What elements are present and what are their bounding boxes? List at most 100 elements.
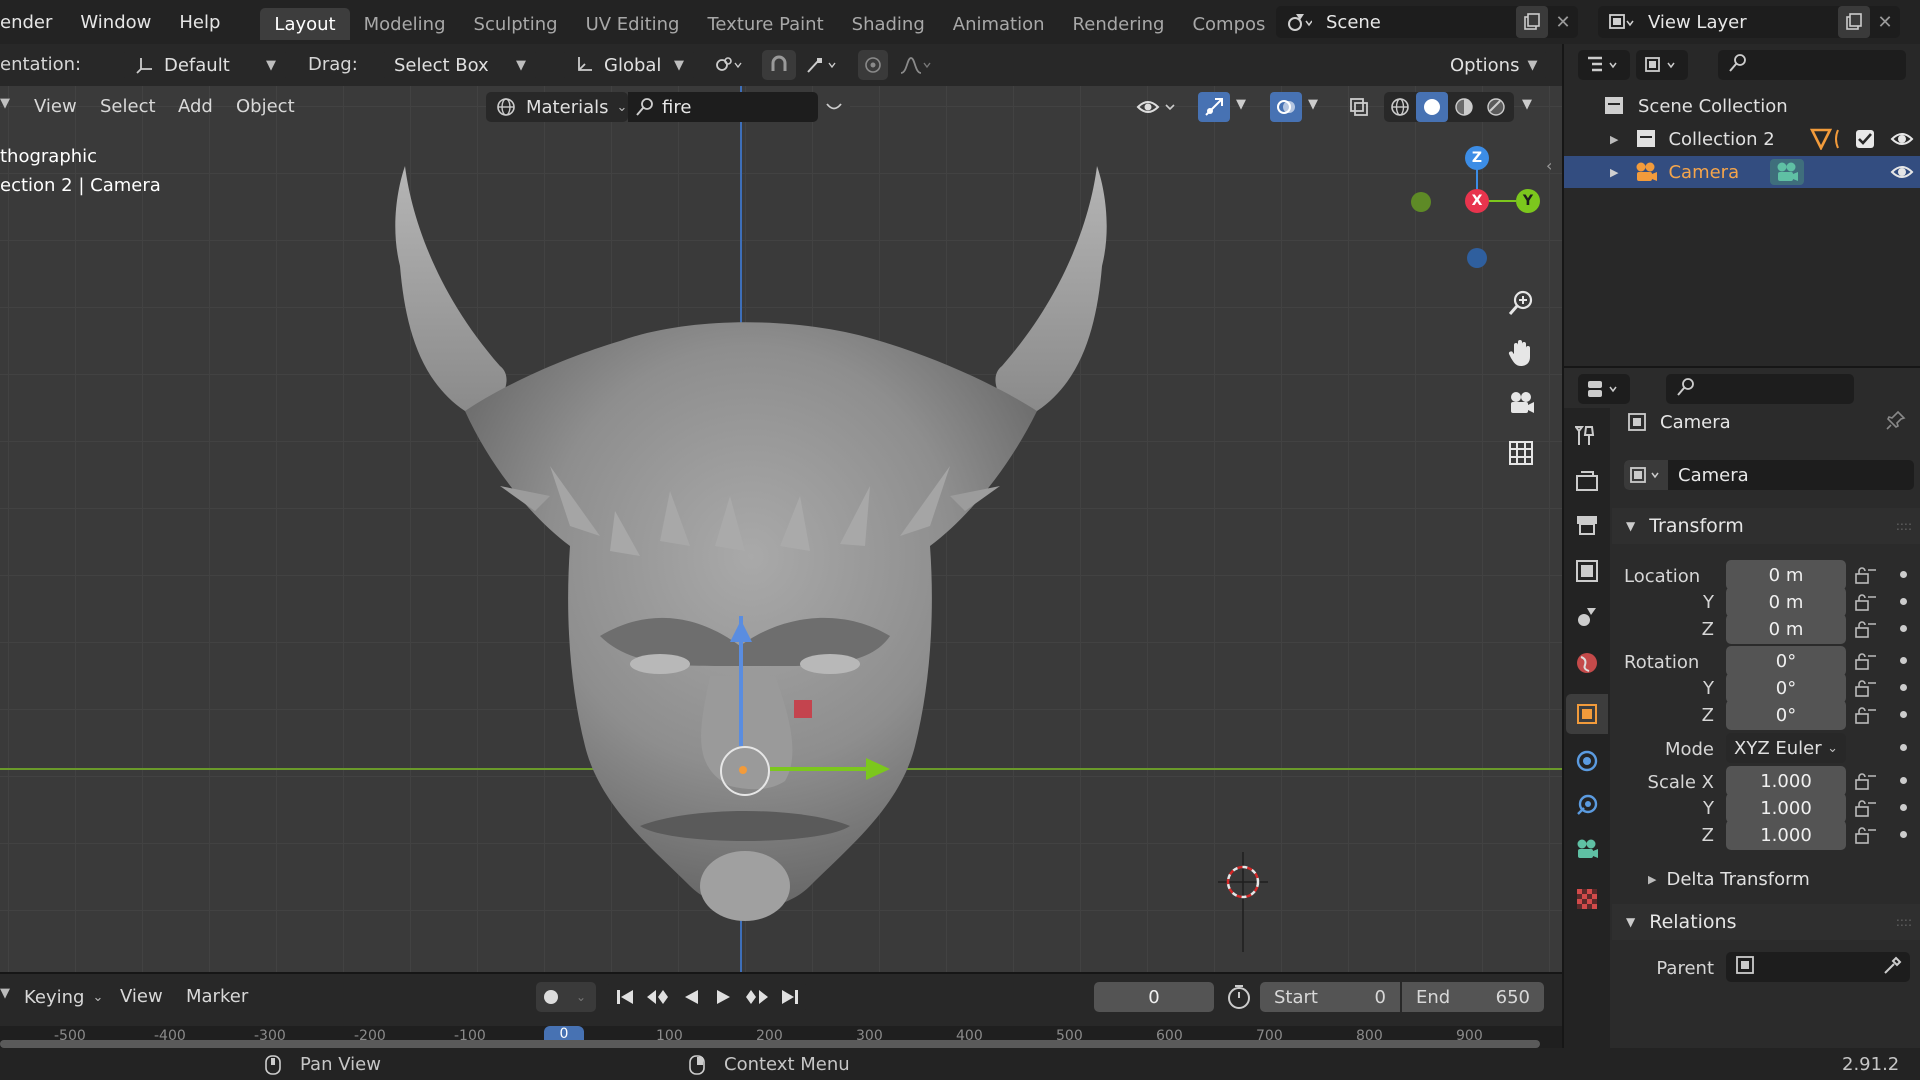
gizmo-z-arrow-head[interactable] — [730, 620, 752, 642]
keyframe-dot[interactable] — [1900, 711, 1907, 718]
menu-select[interactable]: Select — [100, 96, 156, 117]
nav-neg-z-axis[interactable] — [1467, 248, 1487, 268]
tab-uv-editing[interactable]: UV Editing — [572, 8, 694, 40]
menu-object[interactable]: Object — [236, 96, 295, 117]
camera-data-icon[interactable] — [1770, 159, 1804, 185]
drag-dropdown[interactable]: Select Box ▼ — [384, 50, 536, 80]
outliner-item-camera[interactable]: ▶ Camera — [1564, 156, 1920, 188]
timeline-menu-marker[interactable]: Marker — [186, 986, 248, 1007]
prev-keyframe-icon[interactable] — [641, 988, 674, 1006]
nav-x-axis[interactable]: X — [1465, 189, 1489, 213]
gizmo-y-arrow-head[interactable] — [866, 758, 890, 780]
tab-modeling[interactable]: Modeling — [350, 8, 460, 40]
location-z-field[interactable]: 0 m — [1726, 614, 1846, 644]
overlays-toggle[interactable] — [1270, 92, 1302, 122]
demon-head-model[interactable] — [370, 166, 1130, 926]
tool-tab-icon[interactable] — [1570, 418, 1604, 452]
scale-x-field[interactable]: 1.000 — [1726, 766, 1846, 796]
properties-search-input[interactable] — [1666, 374, 1854, 404]
zoom-icon[interactable] — [1504, 286, 1538, 320]
expand-arrow-icon[interactable]: ▶ — [1610, 166, 1618, 179]
delete-scene-icon[interactable]: ✕ — [1548, 12, 1578, 33]
menu-view[interactable]: View — [34, 96, 77, 117]
navigation-gizmo[interactable]: Z X Y — [1410, 140, 1550, 280]
keyframe-dot[interactable] — [1900, 744, 1907, 751]
tab-sculpting[interactable]: Sculpting — [460, 8, 572, 40]
lock-icon[interactable] — [1854, 620, 1878, 643]
pan-hand-icon[interactable] — [1504, 336, 1538, 370]
next-keyframe-icon[interactable] — [740, 988, 773, 1006]
texture-tab-icon[interactable] — [1570, 882, 1604, 916]
camera-view-icon[interactable] — [1504, 386, 1538, 420]
scene-tab-icon[interactable] — [1570, 600, 1604, 634]
gizmo-yz-plane-handle[interactable] — [794, 700, 812, 718]
keyframe-dot[interactable] — [1900, 684, 1907, 691]
scale-y-field[interactable]: 1.000 — [1726, 793, 1846, 823]
timeline-menu-view[interactable]: View — [120, 986, 163, 1007]
proportional-falloff-dropdown[interactable] — [892, 50, 940, 80]
properties-editor-type-button[interactable] — [1578, 374, 1630, 404]
3d-cursor-icon[interactable] — [1218, 852, 1268, 952]
collection-checkbox[interactable] — [1856, 130, 1874, 148]
drag-handle-icon[interactable]: :::: — [1896, 915, 1912, 929]
auto-keying-toggle[interactable]: ⌄ — [536, 982, 596, 1012]
3d-viewport[interactable]: thographic ection 2 | Camera Z X Y ‹ — [0, 86, 1562, 972]
lock-icon[interactable] — [1854, 799, 1878, 822]
camera-data-tab-icon[interactable] — [1570, 832, 1604, 866]
keyframe-dot[interactable] — [1900, 598, 1907, 605]
world-tab-icon[interactable] — [1570, 646, 1604, 680]
lock-icon[interactable] — [1854, 706, 1878, 729]
pivot-point-button[interactable] — [706, 50, 750, 80]
render-tab-icon[interactable] — [1570, 464, 1604, 498]
timeline-scrollbar[interactable] — [0, 1040, 1540, 1048]
solid-shading-icon[interactable] — [1416, 92, 1448, 122]
play-reverse-icon[interactable] — [674, 988, 707, 1006]
lock-icon[interactable] — [1854, 593, 1878, 616]
constraints-tab-icon[interactable] — [1570, 788, 1604, 822]
menu-add[interactable]: Add — [178, 96, 213, 117]
tab-layout[interactable]: Layout — [260, 8, 350, 40]
object-type-dropdown-icon[interactable] — [1624, 460, 1668, 490]
location-x-field[interactable]: 0 m — [1726, 560, 1846, 590]
transform-pivot-dropdown[interactable]: Materials ⌄ — [486, 92, 628, 122]
xray-toggle[interactable] — [1344, 92, 1374, 122]
transform-panel-header[interactable]: ▼ Transform :::: — [1612, 508, 1920, 544]
gizmo-y-arrow-shaft[interactable] — [770, 767, 880, 771]
lock-icon[interactable] — [1854, 772, 1878, 795]
eye-icon[interactable] — [1890, 161, 1914, 188]
snap-toggle[interactable] — [762, 50, 796, 80]
snap-target-dropdown[interactable] — [798, 50, 846, 80]
grid-perspective-icon[interactable] — [1504, 436, 1538, 470]
wireframe-shading-icon[interactable] — [1384, 92, 1416, 122]
timeline-ruler[interactable]: -500 -400 -300 -200 -100 0 100 200 300 4… — [0, 1026, 1562, 1048]
keyframe-dot[interactable] — [1900, 831, 1907, 838]
scene-selector[interactable]: Scene ✕ — [1276, 6, 1578, 38]
location-y-field[interactable]: 0 m — [1726, 587, 1846, 617]
tab-compositing[interactable]: Compos — [1178, 8, 1279, 40]
visibility-dropdown[interactable] — [1136, 92, 1184, 122]
nav-y-axis[interactable]: Y — [1516, 189, 1540, 213]
lock-icon[interactable] — [1854, 679, 1878, 702]
rotation-y-field[interactable]: 0° — [1726, 673, 1846, 703]
current-frame-field[interactable]: 0 — [1094, 982, 1214, 1012]
shading-dropdown-icon[interactable]: ▼ — [1522, 97, 1532, 112]
delete-view-layer-icon[interactable]: ✕ — [1870, 12, 1900, 33]
rotation-mode-dropdown[interactable]: XYZ Euler ⌄ — [1726, 733, 1846, 763]
expand-arrow-icon[interactable]: ▶ — [1610, 133, 1618, 146]
filter-funnel-icon[interactable] — [1809, 128, 1842, 155]
tab-texture-paint[interactable]: Texture Paint — [693, 8, 837, 40]
physics-tab-icon[interactable] — [1570, 744, 1604, 778]
view-layer-name[interactable]: View Layer — [1644, 12, 1838, 33]
tab-animation[interactable]: Animation — [939, 8, 1059, 40]
eye-icon[interactable] — [1890, 128, 1914, 155]
menu-help[interactable]: Help — [165, 0, 234, 44]
view-layer-selector[interactable]: View Layer ✕ — [1598, 6, 1900, 38]
tab-rendering[interactable]: Rendering — [1059, 8, 1179, 40]
drag-handle-icon[interactable]: :::: — [1896, 519, 1912, 533]
menu-window[interactable]: Window — [66, 0, 165, 44]
start-frame-field[interactable]: Start 0 — [1260, 982, 1400, 1012]
play-icon[interactable] — [707, 988, 740, 1006]
gizmo-toggle[interactable] — [1198, 92, 1230, 122]
scene-icon[interactable] — [1276, 11, 1322, 33]
object-name-field[interactable]: Camera — [1624, 460, 1914, 490]
